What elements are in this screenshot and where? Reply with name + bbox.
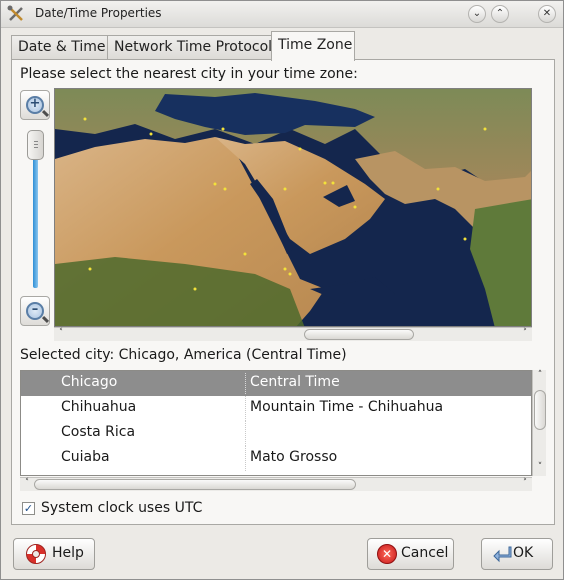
list-horizontal-scroll-thumb[interactable] (34, 479, 356, 490)
maximize-button[interactable]: ⌃ (491, 5, 509, 23)
time-zone-panel: Please select the nearest city in your t… (11, 59, 555, 525)
tab-label: Network Time Protocol (114, 39, 273, 55)
cancel-label: Cancel (401, 545, 449, 561)
chevron-down-icon: ⌄ (472, 8, 482, 19)
zone-cell: Mountain Time - Chihuahua (250, 399, 444, 415)
zoom-slider-handle[interactable] (27, 130, 44, 160)
table-row[interactable]: Cuiaba Mato Grosso (21, 446, 531, 471)
select-city-prompt: Please select the nearest city in your t… (20, 66, 358, 82)
tab-network-time-protocol[interactable]: Network Time Protocol (107, 35, 273, 60)
help-label: Help (52, 545, 84, 561)
cancel-button[interactable]: ✕ Cancel (367, 538, 454, 570)
city-cell: Chicago (61, 374, 118, 390)
list-vertical-scrollbar[interactable]: ˄ ˅ (532, 370, 546, 476)
column-separator (245, 421, 246, 446)
lifebuoy-icon (26, 544, 46, 564)
close-button[interactable]: ✕ (538, 5, 556, 23)
city-cell: Costa Rica (61, 424, 136, 440)
tab-time-zone[interactable]: Time Zone (271, 31, 355, 61)
city-cell: Cuiaba (61, 449, 110, 465)
zoom-out-icon: – (26, 302, 44, 320)
tab-date-time[interactable]: Date & Time (11, 35, 109, 60)
world-map-image (55, 89, 531, 326)
list-vertical-scroll-thumb[interactable] (534, 390, 546, 430)
ok-arrow-icon (493, 546, 512, 563)
tools-icon (7, 5, 23, 21)
grip-icon (34, 141, 38, 150)
zoom-out-button[interactable]: – (20, 296, 50, 326)
column-separator (245, 446, 246, 471)
tab-label: Date & Time (18, 39, 106, 55)
utc-label: System clock uses UTC (41, 500, 203, 516)
table-row[interactable]: Chihuahua Mountain Time - Chihuahua (21, 396, 531, 421)
column-separator (245, 373, 246, 394)
ok-button[interactable]: OK (481, 538, 553, 570)
cancel-icon: ✕ (377, 544, 397, 564)
list-horizontal-scrollbar[interactable]: ˂ ˃ (20, 477, 532, 491)
city-cell: Chihuahua (61, 399, 137, 415)
ok-label: OK (513, 545, 534, 561)
chevron-left-icon[interactable]: ˂ (20, 478, 34, 488)
chevron-right-icon[interactable]: ˃ (518, 328, 532, 338)
chevron-right-icon[interactable]: ˃ (518, 478, 532, 488)
chevron-down-icon[interactable]: ˅ (533, 462, 547, 472)
chevron-up-icon: ⌃ (495, 8, 505, 19)
map-horizontal-scrollbar[interactable]: ˂ ˃ (54, 327, 532, 341)
table-row[interactable]: Costa Rica (21, 421, 531, 446)
zoom-in-icon: + (26, 96, 44, 114)
table-row[interactable]: Chicago Central Time (21, 371, 531, 396)
minimize-button[interactable]: ⌄ (468, 5, 486, 23)
zoom-in-button[interactable]: + (20, 90, 50, 120)
window-title: Date/Time Properties (35, 6, 162, 20)
help-button[interactable]: Help (13, 538, 95, 570)
zone-cell: Central Time (250, 374, 340, 390)
selected-city-label: Selected city: Chicago, America (Central… (20, 347, 347, 363)
city-list[interactable]: Chicago Central Time Chihuahua Mountain … (20, 370, 532, 476)
zone-cell: Mato Grosso (250, 449, 338, 465)
date-time-properties-window: Date/Time Properties ⌄ ⌃ ✕ Date & Time N… (0, 0, 564, 580)
column-separator (245, 396, 246, 421)
close-icon: ✕ (542, 8, 552, 19)
chevron-up-icon[interactable]: ˄ (533, 370, 547, 380)
map-horizontal-scroll-thumb[interactable] (304, 329, 414, 340)
chevron-left-icon[interactable]: ˂ (54, 328, 68, 338)
tab-label: Time Zone (278, 37, 353, 53)
time-zone-map[interactable]: ˄ ˅ (54, 88, 532, 327)
title-bar[interactable]: Date/Time Properties ⌄ ⌃ ✕ (1, 1, 563, 28)
utc-checkbox[interactable]: ✓ (22, 502, 35, 515)
